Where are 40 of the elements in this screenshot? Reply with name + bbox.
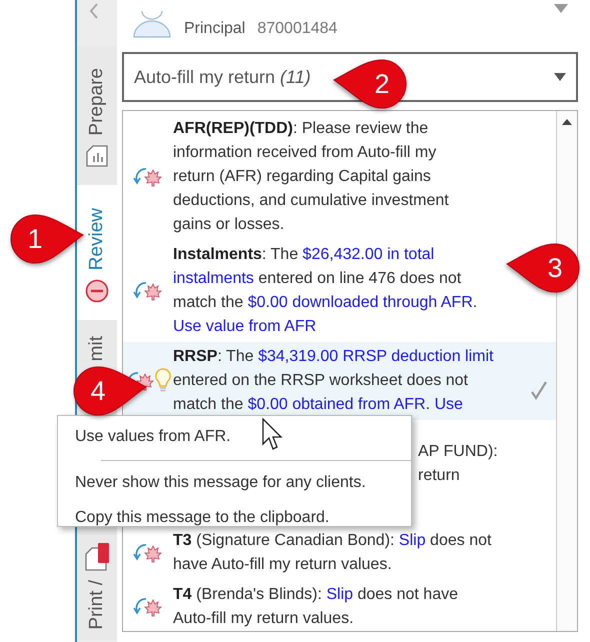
message-link[interactable]: Slip [326,586,354,603]
scroll-up-icon[interactable] [562,119,572,125]
message-link[interactable]: Slip [398,532,426,549]
maple-leaf-arrow-icon [133,279,163,303]
pdf-icon [84,542,110,572]
message-text: Instalments: The $26,432.00 in total instalments entered on line 476 does not match the $0.00 downloaded through AFR. Use value from AFR [173,245,478,337]
callout-marker: 3 [505,242,581,294]
callout-marker: 1 [9,213,85,265]
caret-icon [554,73,566,81]
message-row[interactable]: AFR(REP)(TDD): Please review the information received from Auto-fill my return (AFR) regarding Capital gains deductions, and cumulative investment gains or losses. [123,114,449,240]
maple-leaf-arrow-icon [133,541,163,565]
report-icon [85,144,109,168]
side-tab[interactable]: Review [77,185,117,320]
message-text: T3 (Signature Canadian Bond): Slip does not have Auto-fill my return values. [173,531,492,575]
lightbulb-icon[interactable] [155,368,171,394]
maple-leaf-arrow-icon [133,165,163,189]
client-role: Principal [184,20,246,38]
message-text: RRSP: The $34,319.00 RRSP deduction limit entered on the RRSP worksheet does not match the $0.00 obtained from AFR. Use [173,347,494,415]
caret-icon[interactable] [554,4,568,13]
message-link[interactable]: Use value from AFR [173,318,316,335]
cursor-icon [262,418,284,452]
message-row[interactable]: T4 (Brenda's Blinds): Slip does not have Auto-fill my return values. [123,580,458,634]
message-link[interactable]: $0.00 obtained from AFR [248,396,426,413]
message-link[interactable]: $34,319.00 RRSP deduction limit [258,348,494,365]
message-link[interactable]: $0.00 downloaded through AFR [248,294,473,311]
callout-marker: 2 [332,58,408,110]
message-text: T4 (Brenda's Blinds): Slip does not have Auto-fill my return values. [173,585,458,629]
client-number: 870001484 [257,20,338,38]
back-chevron-icon[interactable] [89,3,99,19]
avatar-icon [132,10,172,38]
checkmark-icon [530,380,548,400]
message-link[interactable]: $26,432.00 in total [302,246,434,263]
callout-marker: 4 [72,365,148,417]
alert-icon [85,278,109,303]
message-row[interactable]: Instalments: The $26,432.00 in total instalments entered on line 476 does not match the $0.00 downloaded through AFR. Use value from AFR [123,240,478,342]
message-text: AFR(REP)(TDD): Please review the information received from Auto-fill my return (AFR) regarding Capital gains deductions, and cumulative investment gains or losses. [173,119,449,235]
message-link[interactable]: instalments [173,270,254,287]
message-row[interactable]: RRSP: The $34,319.00 RRSP deduction limit entered on the RRSP worksheet does not match the $0.00 obtained from AFR. Use [123,342,556,420]
message-link[interactable]: Use [434,396,463,413]
maple-leaf-arrow-icon [133,595,163,619]
